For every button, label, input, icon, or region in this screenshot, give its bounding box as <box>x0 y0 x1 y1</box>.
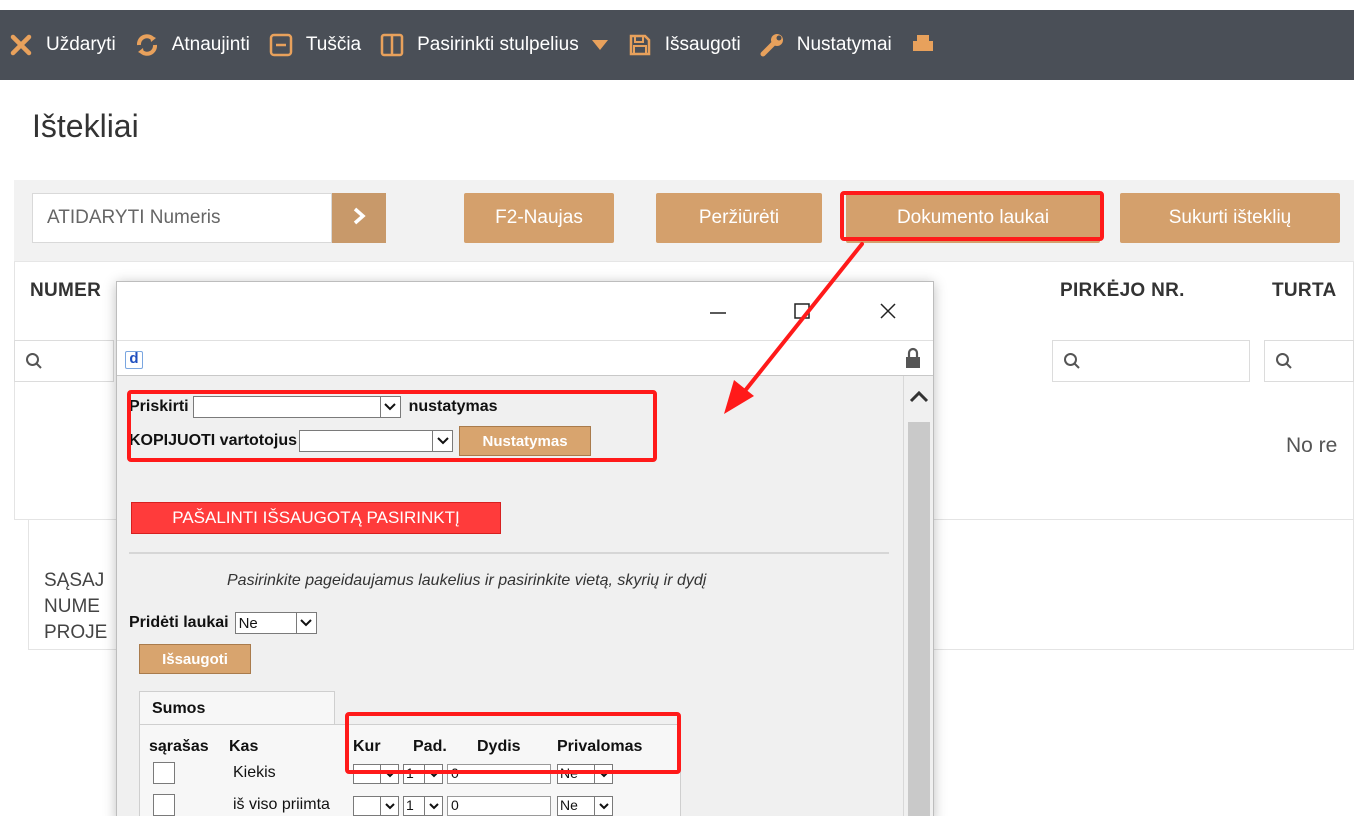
close-label: Uždaryti <box>46 34 116 55</box>
search-icon <box>1064 353 1080 369</box>
tab-sums[interactable]: Sumos <box>139 691 335 725</box>
chevron-down-icon <box>380 797 398 815</box>
minimize-button[interactable] <box>703 296 733 326</box>
row-required-select[interactable]: Ne <box>557 796 613 816</box>
col-list: sąrašas <box>149 738 209 755</box>
window-close-button[interactable] <box>873 296 903 326</box>
chevron-down-icon <box>594 797 612 815</box>
remove-saved-selection-button[interactable]: PAŠALINTI IŠSAUGOTĄ PASIRINKTĮ <box>131 502 501 534</box>
scroll-thumb[interactable] <box>908 422 930 816</box>
row-position-value: 1 <box>406 797 414 813</box>
app-root: Uždaryti Atnaujinti Tuščia Pasirinkti st… <box>0 0 1354 816</box>
close-button[interactable]: Uždaryti <box>8 32 116 58</box>
top-toolbar: Uždaryti Atnaujinti Tuščia Pasirinkti st… <box>0 10 1354 80</box>
settings-button[interactable]: Nustatymai <box>759 32 892 58</box>
added-fields-value: Ne <box>238 614 258 632</box>
filter-asset-input[interactable] <box>1264 340 1354 382</box>
row-field-name: iš viso priimta <box>233 796 330 813</box>
empty-icon <box>268 32 294 58</box>
lock-icon <box>906 347 920 368</box>
column-header-buyer-no[interactable]: PIRKĖJO NR. <box>1060 280 1185 302</box>
wrench-icon <box>759 32 785 58</box>
open-go-button[interactable] <box>332 193 386 243</box>
refresh-label: Atnaujinti <box>171 34 250 55</box>
added-fields-label: Pridėti laukai <box>129 614 229 631</box>
maximize-button[interactable] <box>787 296 817 326</box>
create-resource-button[interactable]: Sukurti išteklių <box>1120 193 1340 243</box>
column-header-number[interactable]: NUMER <box>30 280 101 302</box>
site-logo-icon: d <box>125 351 143 369</box>
empty-button[interactable]: Tuščia <box>268 32 361 58</box>
row-checkbox[interactable] <box>153 762 175 784</box>
col-what: Kas <box>229 738 259 755</box>
instructions-text: Pasirinkite pageidaujamus laukelius ir p… <box>227 572 707 589</box>
page-title: Ištekliai <box>32 108 139 144</box>
highlight-columns <box>345 712 681 774</box>
refresh-icon <box>134 32 160 58</box>
save-button[interactable]: Išsaugoti <box>627 32 741 58</box>
save-fields-button[interactable]: Išsaugoti <box>139 644 251 674</box>
close-icon <box>8 32 34 58</box>
save-label: Išsaugoti <box>664 34 741 55</box>
open-number-input[interactable]: ATIDARYTI Numeris <box>32 193 332 243</box>
row-checkbox[interactable] <box>153 794 175 816</box>
caret-down-icon <box>591 39 609 51</box>
refresh-button[interactable]: Atnaujinti <box>134 32 250 58</box>
row-position-select[interactable]: 1 <box>403 796 443 816</box>
number-label: NUME <box>44 596 100 617</box>
row-field-name: Kiekis <box>233 764 276 781</box>
chevron-up-icon[interactable] <box>906 384 932 410</box>
row-where-select[interactable] <box>353 796 399 816</box>
popup-titlebar <box>117 282 933 340</box>
empty-table-text: No re <box>1286 434 1338 457</box>
address-bar[interactable]: d <box>117 340 933 376</box>
choose-columns-label: Pasirinkti stulpelius <box>417 34 579 55</box>
print-icon <box>910 32 936 58</box>
project-label: PROJE <box>44 622 108 643</box>
row-size-input[interactable]: 0 <box>447 796 551 816</box>
close-icon <box>880 303 896 319</box>
popup-content: Priskirti nustatymas KOPIJUOTI vartotoju… <box>117 376 903 816</box>
print-button[interactable] <box>910 32 948 58</box>
search-icon <box>1276 353 1292 369</box>
chevron-right-icon <box>352 205 366 231</box>
popup-scrollbar[interactable] <box>903 376 933 816</box>
column-header-asset[interactable]: TURTA <box>1272 280 1336 302</box>
chevron-down-icon <box>424 797 442 815</box>
maximize-icon <box>794 303 810 319</box>
empty-label: Tuščia <box>305 34 362 55</box>
document-fields-popup: d Priskirti nustatymas KOPIJUOTI vartoto… <box>116 281 934 816</box>
added-fields-select[interactable]: Ne <box>234 612 317 634</box>
highlight-document-fields <box>840 191 1104 241</box>
added-fields-row: Pridėti laukai Ne <box>129 612 317 634</box>
choose-columns-button[interactable]: Pasirinkti stulpelius <box>379 32 609 58</box>
open-number-placeholder: ATIDARYTI Numeris <box>47 207 221 228</box>
new-button[interactable]: F2-Naujas <box>464 193 614 243</box>
chevron-down-icon <box>295 613 316 633</box>
filter-number-input[interactable] <box>14 340 114 382</box>
search-icon <box>26 353 42 369</box>
interface-label: SĄSAJ <box>44 570 105 591</box>
minimize-icon <box>710 312 726 314</box>
highlight-assign-settings <box>127 390 657 462</box>
view-button[interactable]: Peržiūrėti <box>656 193 822 243</box>
columns-icon <box>379 32 405 58</box>
row-required-value: Ne <box>560 797 578 813</box>
filter-buyer-input[interactable] <box>1052 340 1250 382</box>
save-icon <box>627 32 653 58</box>
divider <box>129 552 889 554</box>
settings-label: Nustatymai <box>796 34 892 55</box>
